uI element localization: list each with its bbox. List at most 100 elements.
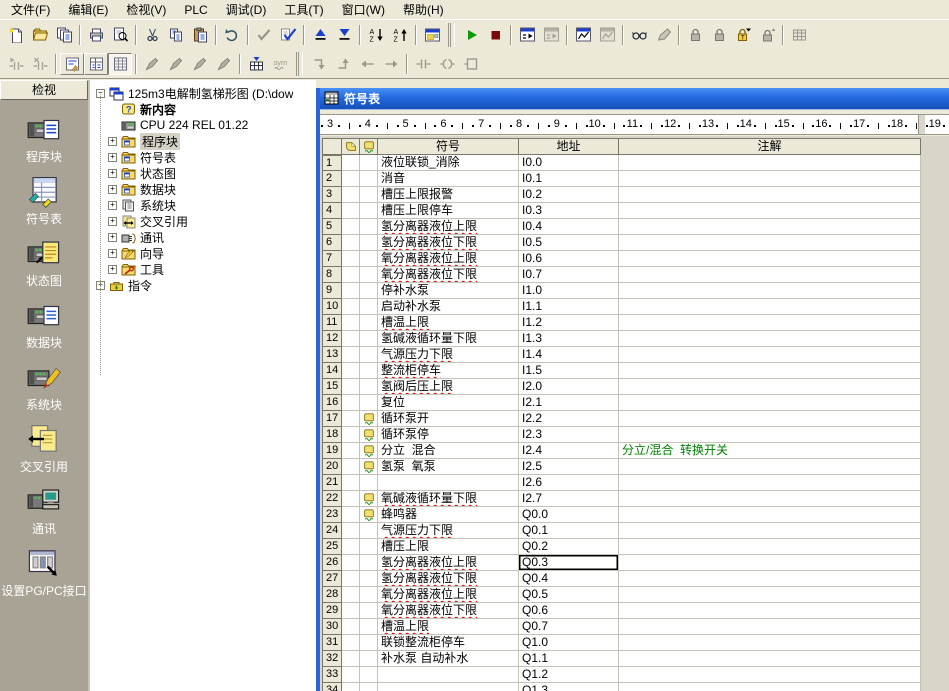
menu-item-view[interactable]: 检视(V): [117, 0, 175, 20]
address-cell[interactable]: I0.2: [519, 187, 619, 203]
comment-cell[interactable]: [619, 251, 921, 267]
symbol-cell[interactable]: 氢泵 氧泵: [378, 459, 519, 475]
insert-network-button[interactable]: [4, 53, 28, 75]
address-cell[interactable]: I2.2: [519, 411, 619, 427]
header-comment-cell[interactable]: 注解: [619, 138, 921, 155]
symbol-marker-cell[interactable]: [360, 683, 378, 691]
overlap-cell[interactable]: [342, 411, 360, 427]
menu-item-plc[interactable]: PLC: [175, 1, 216, 19]
insert-box-button[interactable]: [459, 53, 483, 75]
address-cell[interactable]: Q1.2: [519, 667, 619, 683]
overlap-cell[interactable]: [342, 219, 360, 235]
address-cell[interactable]: I1.4: [519, 347, 619, 363]
chart-status-button[interactable]: [571, 24, 595, 46]
symbol-marker-cell[interactable]: [360, 635, 378, 651]
row-number-cell[interactable]: 7: [322, 251, 342, 267]
comment-cell[interactable]: [619, 635, 921, 651]
row-number-cell[interactable]: 32: [322, 651, 342, 667]
symbol-marker-cell[interactable]: [360, 187, 378, 203]
line-right-button[interactable]: [379, 53, 403, 75]
row-number-cell[interactable]: 18: [322, 427, 342, 443]
comment-cell[interactable]: [619, 603, 921, 619]
symbol-cell[interactable]: 槽压上限停车: [378, 203, 519, 219]
symbol-cell[interactable]: [378, 683, 519, 691]
symbol-marker-cell[interactable]: [360, 331, 378, 347]
symbol-marker-cell[interactable]: [360, 667, 378, 683]
symbol-cell[interactable]: 槽温上限: [378, 315, 519, 331]
overlap-cell[interactable]: [342, 315, 360, 331]
row-number-cell[interactable]: 26: [322, 555, 342, 571]
symbolic-addressing-button[interactable]: [268, 53, 292, 75]
comment-cell[interactable]: [619, 347, 921, 363]
unforce-button[interactable]: [707, 24, 731, 46]
overlap-cell[interactable]: [342, 683, 360, 691]
address-cell[interactable]: I2.5: [519, 459, 619, 475]
tree-expand-expand-box[interactable]: +: [108, 153, 117, 162]
overlap-cell[interactable]: [342, 155, 360, 171]
compile-button[interactable]: [252, 24, 276, 46]
force-button[interactable]: [683, 24, 707, 46]
symbol-cell[interactable]: 气源压力下限: [378, 523, 519, 539]
tree-expand-expand-box[interactable]: +: [108, 217, 117, 226]
tree-item-project[interactable]: −125m3电解制氢梯形图 (D:\dow: [90, 85, 316, 101]
overlap-cell[interactable]: [342, 299, 360, 315]
comment-cell[interactable]: [619, 379, 921, 395]
navbar-item-status-chart[interactable]: 状态图: [0, 236, 88, 298]
new-project-button[interactable]: [4, 24, 28, 46]
symbol-marker-cell[interactable]: [360, 443, 378, 459]
apply-symbols-button[interactable]: [244, 53, 268, 75]
address-cell[interactable]: Q0.3: [519, 555, 619, 571]
comment-cell[interactable]: [619, 571, 921, 587]
comment-cell[interactable]: [619, 459, 921, 475]
row-number-cell[interactable]: 25: [322, 539, 342, 555]
menu-item-file[interactable]: 文件(F): [2, 0, 59, 20]
tree-item-symbol-table[interactable]: +符号表: [90, 149, 316, 165]
pause-program-status-button[interactable]: [539, 24, 563, 46]
menu-item-debug[interactable]: 调试(D): [217, 0, 276, 20]
symbol-cell[interactable]: 循环泵开: [378, 411, 519, 427]
stop-button[interactable]: [483, 24, 507, 46]
overlap-cell[interactable]: [342, 267, 360, 283]
navbar-item-system-block[interactable]: 系统块: [0, 360, 88, 422]
open-project-button[interactable]: [28, 24, 52, 46]
symbol-marker-cell[interactable]: [360, 491, 378, 507]
tree-item-cross-reference[interactable]: +交叉引用: [90, 213, 316, 229]
navbar-item-program-block[interactable]: 程序块: [0, 112, 88, 174]
comment-cell[interactable]: [619, 219, 921, 235]
address-cell[interactable]: I0.7: [519, 267, 619, 283]
row-number-cell[interactable]: 6: [322, 235, 342, 251]
symbol-cell[interactable]: 氢分离器液位下限: [378, 235, 519, 251]
pause-trend-button[interactable]: [651, 24, 675, 46]
row-number-cell[interactable]: 34: [322, 683, 342, 691]
comment-cell[interactable]: [619, 283, 921, 299]
cut-button[interactable]: [140, 24, 164, 46]
overlap-cell[interactable]: [342, 251, 360, 267]
symbol-cell[interactable]: 氧分离器液位下限: [378, 267, 519, 283]
comment-cell[interactable]: [619, 619, 921, 635]
symbol-cell[interactable]: 联锁整流柜停车: [378, 635, 519, 651]
header-symbol-cell[interactable]: 符号: [378, 138, 519, 155]
navigation-bar-header[interactable]: 检视: [0, 80, 88, 100]
comment-cell[interactable]: [619, 299, 921, 315]
overlap-cell[interactable]: [342, 619, 360, 635]
symbol-marker-cell[interactable]: [360, 155, 378, 171]
print-button[interactable]: [84, 24, 108, 46]
address-cell[interactable]: Q0.5: [519, 587, 619, 603]
insert-vertical-button[interactable]: [140, 53, 164, 75]
header-address-cell[interactable]: 地址: [519, 138, 619, 155]
overlap-cell[interactable]: [342, 395, 360, 411]
download-button[interactable]: [332, 24, 356, 46]
symbol-cell[interactable]: 消音: [378, 171, 519, 187]
delete-network-button[interactable]: [28, 53, 52, 75]
address-cell[interactable]: I0.0: [519, 155, 619, 171]
print-preview-button[interactable]: [108, 24, 132, 46]
row-number-cell[interactable]: 19: [322, 443, 342, 459]
row-number-cell[interactable]: 31: [322, 635, 342, 651]
comment-cell[interactable]: [619, 667, 921, 683]
symbol-cell[interactable]: 氢碱液循环量下限: [378, 331, 519, 347]
overlap-cell[interactable]: [342, 603, 360, 619]
undo-button[interactable]: [220, 24, 244, 46]
comment-cell[interactable]: [619, 651, 921, 667]
overlap-cell[interactable]: [342, 459, 360, 475]
row-number-cell[interactable]: 27: [322, 571, 342, 587]
